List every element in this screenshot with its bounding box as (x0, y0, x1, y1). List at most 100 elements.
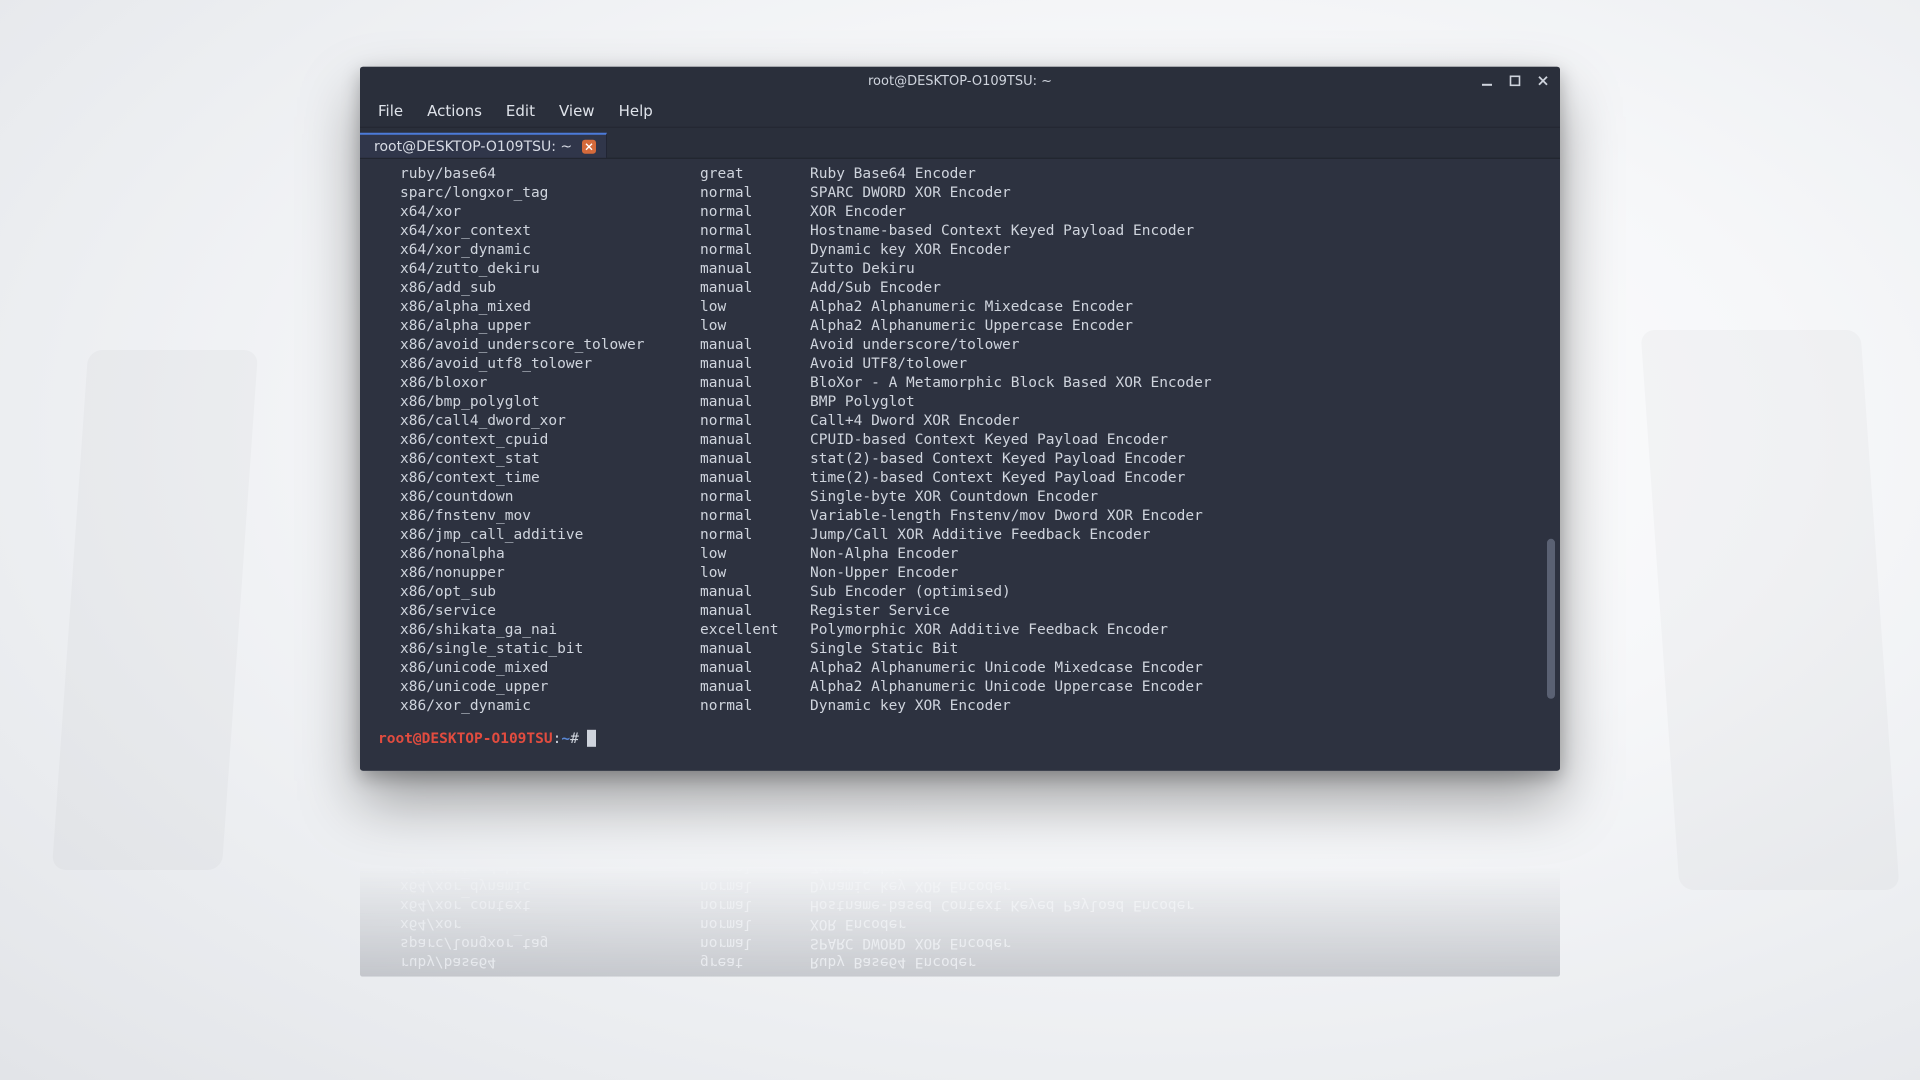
encoder-name: x64/zutto_dekiru (400, 857, 700, 876)
menu-edit[interactable]: Edit (506, 102, 535, 120)
encoder-name: x86/avoid_underscore_tolower (400, 336, 700, 355)
encoder-name: ruby/base64 (400, 165, 700, 184)
encoder-rank: low (700, 317, 810, 336)
encoder-description: Alpha2 Alphanumeric Mixedcase Encoder (810, 819, 1560, 838)
encoder-rank: normal (700, 203, 810, 222)
encoder-description: Hostname-based Context Keyed Payload Enc… (810, 895, 1560, 914)
encoder-name: x64/xor_context (400, 895, 700, 914)
encoder-rank: great (700, 952, 810, 971)
encoder-name: x86/add_sub (400, 838, 700, 857)
encoder-row: x64/xornormalXOR Encoder (400, 914, 1560, 933)
tab-bar: root@DESKTOP-O109TSU: ~ (360, 128, 1560, 159)
encoder-name: x86/fnstenv_mov (400, 507, 700, 526)
encoder-name: x86/bmp_polyglot (400, 393, 700, 412)
encoder-row: x86/bloxormanualBloXor - A Metamorphic B… (400, 374, 1560, 393)
encoder-rank: manual (700, 450, 810, 469)
terminal-output[interactable]: ruby/base64greatRuby Base64 Encodersparc… (360, 159, 1560, 771)
encoder-rank: manual (700, 583, 810, 602)
encoder-rank: normal (700, 184, 810, 203)
menu-view[interactable]: View (559, 102, 595, 120)
encoder-name: x64/xor_context (400, 222, 700, 241)
encoder-row: x86/avoid_underscore_tolowermanualAvoid … (400, 336, 1560, 355)
tab-close-icon[interactable] (582, 140, 596, 154)
encoder-description: Alpha2 Alphanumeric Unicode Uppercase En… (810, 678, 1560, 697)
encoder-description: Alpha2 Alphanumeric Mixedcase Encoder (810, 298, 1560, 317)
prompt-line[interactable]: root@DESKTOP-O109TSU:~# (360, 716, 1560, 747)
encoder-row: x86/context_cpuidmanualCPUID-based Conte… (400, 431, 1560, 450)
encoder-rank: normal (700, 933, 810, 952)
encoder-description: Dynamic key XOR Encoder (810, 241, 1560, 260)
encoder-description: Avoid underscore/tolower (810, 781, 1560, 800)
terminal-tab[interactable]: root@DESKTOP-O109TSU: ~ (360, 133, 607, 158)
menu-bar: File Actions Edit View Help (360, 95, 1560, 128)
menu-actions[interactable]: Actions (427, 102, 482, 120)
encoder-row: x86/call4_dword_xornormalCall+4 Dword XO… (400, 412, 1560, 431)
prompt-path: ~ (561, 730, 570, 746)
encoder-description: SPARC DWORD XOR Encoder (810, 184, 1560, 203)
encoder-description: Jump/Call XOR Additive Feedback Encoder (810, 526, 1560, 545)
encoder-rank: excellent (700, 621, 810, 640)
encoder-name: x86/xor_dynamic (400, 697, 700, 716)
encoder-name: x86/context_stat (400, 450, 700, 469)
window-reflection: ruby/base64greatRuby Base64 Encodersparc… (360, 777, 1560, 977)
encoder-row: x64/zutto_dekirumanualZutto Dekiru (400, 260, 1560, 279)
encoder-description: time(2)-based Context Keyed Payload Enco… (810, 469, 1560, 488)
encoder-name: x64/xor_dynamic (400, 876, 700, 895)
scrollbar-thumb[interactable] (1547, 539, 1555, 699)
encoder-row: x64/xor_dynamicnormalDynamic key XOR Enc… (400, 241, 1560, 260)
encoder-rank: normal (700, 876, 810, 895)
encoder-rank: manual (700, 781, 810, 800)
maximize-button[interactable] (1508, 74, 1522, 88)
encoder-rank: normal (700, 697, 810, 716)
menu-file[interactable]: File (378, 102, 403, 120)
encoder-description: Polymorphic XOR Additive Feedback Encode… (810, 621, 1560, 640)
encoder-description: Sub Encoder (optimised) (810, 583, 1560, 602)
encoder-name: x86/service (400, 602, 700, 621)
encoder-name: x64/zutto_dekiru (400, 260, 700, 279)
encoder-name: x86/alpha_upper (400, 800, 700, 819)
menu-help[interactable]: Help (619, 102, 653, 120)
encoder-row: x86/fnstenv_movnormalVariable-length Fns… (400, 507, 1560, 526)
encoder-rank: great (700, 165, 810, 184)
encoder-name: x86/opt_sub (400, 583, 700, 602)
encoder-name: x86/add_sub (400, 279, 700, 298)
encoder-description: Call+4 Dword XOR Encoder (810, 412, 1560, 431)
encoder-name: x86/unicode_upper (400, 678, 700, 697)
encoder-description: Add/Sub Encoder (810, 838, 1560, 857)
encoder-rank: low (700, 545, 810, 564)
encoder-rank: low (700, 819, 810, 838)
encoder-description: Non-Alpha Encoder (810, 545, 1560, 564)
encoder-rank: manual (700, 355, 810, 374)
encoder-row: x86/alpha_mixedlowAlpha2 Alphanumeric Mi… (400, 298, 1560, 317)
encoder-name: ruby/base64 (400, 952, 700, 971)
encoder-name: x86/nonalpha (400, 545, 700, 564)
minimize-button[interactable] (1480, 74, 1494, 88)
encoder-rank: normal (700, 488, 810, 507)
encoder-description: Non-Upper Encoder (810, 564, 1560, 583)
encoder-rank: manual (700, 838, 810, 857)
encoder-rank: manual (700, 336, 810, 355)
encoder-description: Alpha2 Alphanumeric Unicode Mixedcase En… (810, 659, 1560, 678)
encoder-rank: manual (700, 374, 810, 393)
close-button[interactable] (1536, 74, 1550, 88)
encoder-row: x86/shikata_ga_naiexcellentPolymorphic X… (400, 621, 1560, 640)
encoder-name: x86/jmp_call_additive (400, 526, 700, 545)
encoder-rank: low (700, 800, 810, 819)
prompt-symbol: # (570, 730, 579, 746)
encoder-row: x86/bmp_polyglotmanualBMP Polyglot (400, 393, 1560, 412)
window-titlebar: root@DESKTOP-O109TSU: ~ (360, 67, 1560, 95)
encoder-description: Alpha2 Alphanumeric Uppercase Encoder (810, 800, 1560, 819)
encoder-description: SPARC DWORD XOR Encoder (810, 933, 1560, 952)
encoder-description: stat(2)-based Context Keyed Payload Enco… (810, 450, 1560, 469)
tab-label: root@DESKTOP-O109TSU: ~ (374, 139, 572, 155)
encoder-rank: normal (700, 914, 810, 933)
encoder-row: x86/avoid_utf8_tolowermanualAvoid UTF8/t… (400, 777, 1560, 781)
encoder-description: Single-byte XOR Countdown Encoder (810, 488, 1560, 507)
encoder-name: x86/countdown (400, 488, 700, 507)
encoder-row: x86/jmp_call_additivenormalJump/Call XOR… (400, 526, 1560, 545)
encoder-row: ruby/base64greatRuby Base64 Encoder (400, 165, 1560, 184)
encoder-row: x64/zutto_dekirumanualZutto Dekiru (400, 857, 1560, 876)
encoder-description: XOR Encoder (810, 203, 1560, 222)
encoder-row: x86/avoid_underscore_tolowermanualAvoid … (400, 781, 1560, 800)
encoder-rank: normal (700, 507, 810, 526)
